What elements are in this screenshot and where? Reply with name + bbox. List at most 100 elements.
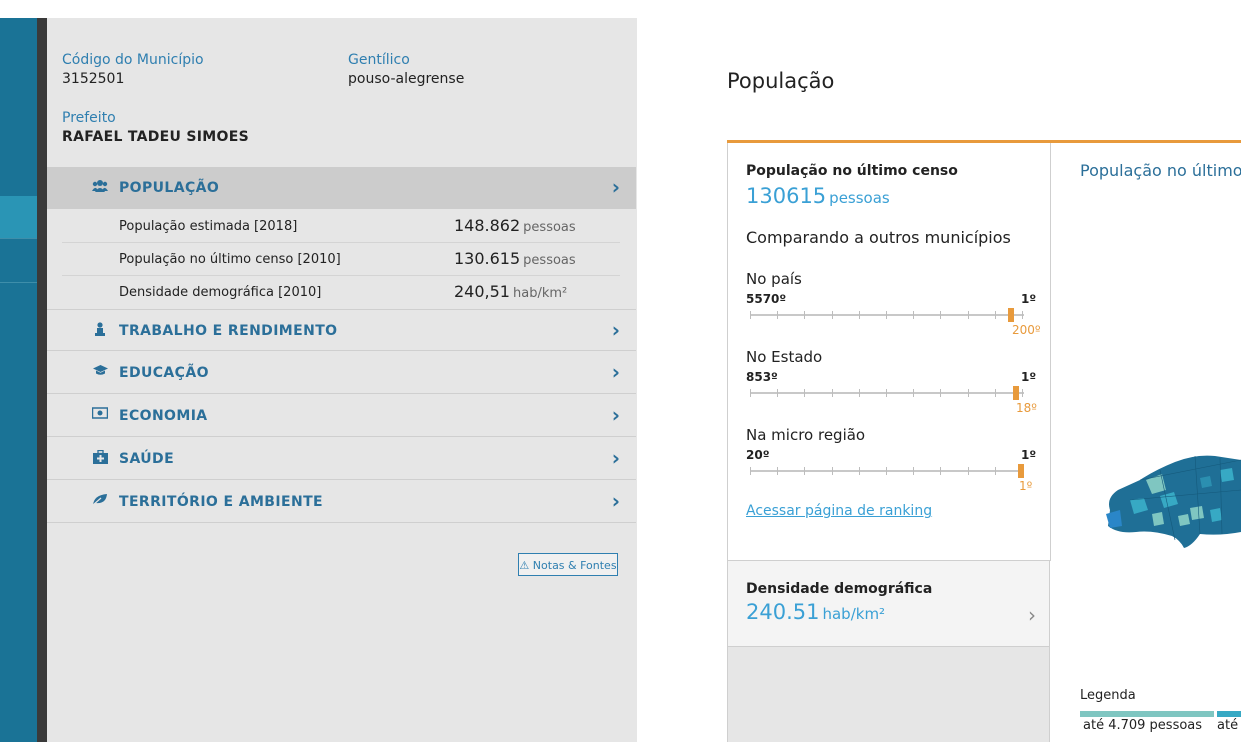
ranking-tick (750, 389, 751, 397)
gentilico-value: pouso-alegrense (348, 71, 465, 87)
ranking-tick (886, 389, 887, 397)
ranking-tick (940, 311, 942, 319)
codigo-label: Código do Município (62, 52, 204, 68)
row-number: 148.862 (454, 216, 521, 235)
ranking-label: No Estado (746, 348, 823, 366)
card-value: 130615 pessoas (746, 184, 890, 208)
notas-fontes-button[interactable]: ⚠ Notas & Fontes (518, 553, 618, 576)
chevron-right-icon: › (611, 175, 620, 199)
ranking-min: 5570º (746, 292, 787, 306)
ranking-page-link[interactable]: Acessar página de ranking (746, 503, 932, 519)
users-icon (92, 179, 108, 195)
graduation-cap-icon (92, 364, 108, 380)
codigo-value: 3152501 (62, 71, 125, 87)
ranking-tick (967, 389, 969, 397)
ranking-max: 1º (1021, 292, 1037, 306)
ranking-position: 18º (1016, 401, 1037, 415)
ranking-tick (913, 311, 915, 319)
card-footer (727, 647, 1050, 742)
legend-item: até 4.709 pessoas (1083, 718, 1203, 733)
table-row: Densidade demográfica [2010] 240,51 hab/k… (62, 276, 620, 309)
ranking-tick (967, 311, 969, 319)
map-title: População no último (1080, 161, 1241, 180)
section-title: SAÚDE (119, 451, 175, 467)
ranking-min: 853º (746, 370, 778, 384)
ranking-tick (913, 467, 915, 475)
section-educacao[interactable]: EDUCAÇÃO › (47, 352, 636, 394)
ranking-label: Na micro região (746, 426, 866, 444)
ranking-tick (777, 389, 779, 397)
ranking-tick (940, 467, 942, 475)
ranking-tick (858, 467, 860, 475)
ranking-tick (831, 467, 833, 475)
chevron-right-icon: › (611, 360, 620, 384)
section-title: ECONOMIA (119, 408, 208, 424)
ranking-label: No país (746, 270, 802, 288)
legend-swatch (1217, 711, 1241, 717)
ranking-tick (886, 311, 887, 319)
ranking-tick (913, 389, 915, 397)
legend-item: até 8 (1217, 718, 1241, 733)
row-label: Densidade demográfica [2010] (119, 285, 322, 300)
row-value: 240,51 hab/km² (454, 282, 567, 301)
ranking-position: 1º (1019, 479, 1033, 493)
ranking-min: 20º (746, 448, 770, 462)
legend-swatch (1080, 711, 1214, 717)
money-icon (91, 407, 109, 423)
section-populacao[interactable]: POPULAÇÃO › (47, 167, 636, 209)
rail-edge (37, 18, 47, 742)
ranking-tick (1022, 311, 1023, 319)
leaf-icon (92, 493, 108, 509)
warning-icon: ⚠ (519, 559, 530, 572)
ranking-tick (750, 311, 751, 319)
ranking-max: 1º (1021, 448, 1037, 462)
section-trabalho[interactable]: TRABALHO E RENDIMENTO › (47, 309, 636, 351)
card-number: 130615 (746, 184, 827, 208)
chevron-right-icon: › (611, 403, 620, 427)
ranking-marker (1012, 386, 1019, 400)
chevron-right-icon: › (611, 318, 620, 342)
state-map[interactable] (1100, 450, 1241, 552)
ranking-tick (777, 311, 779, 319)
section-territorio[interactable]: TERRITÓRIO E AMBIENTE › (47, 481, 636, 523)
ranking-tick (967, 467, 969, 475)
row-value: 130.615 pessoas (454, 249, 576, 268)
row-unit: pessoas (523, 253, 576, 268)
ranking-tick (804, 311, 806, 319)
ranking-tick (750, 467, 751, 475)
ranking-tick (831, 389, 833, 397)
prefeito-label: Prefeito (62, 110, 116, 126)
table-row: População estimada [2018] 148.862 pessoas (62, 210, 620, 243)
ranking-track (750, 308, 1024, 322)
card-unit: pessoas (829, 189, 890, 207)
section-saude[interactable]: SAÚDE › (47, 438, 636, 480)
page-title: População (727, 69, 835, 93)
ranking-max: 1º (1021, 370, 1037, 384)
section-title: POPULAÇÃO (119, 180, 220, 196)
section-title: EDUCAÇÃO (119, 365, 209, 381)
left-rail-active-item[interactable] (0, 196, 37, 238)
row-label: População no último censo [2010] (119, 252, 341, 267)
chevron-right-icon: › (611, 489, 620, 513)
section-title: TRABALHO E RENDIMENTO (119, 323, 338, 339)
ranking-tick (994, 467, 996, 475)
ranking-marker (1008, 308, 1015, 322)
notas-label: Notas & Fontes (532, 559, 617, 572)
ranking-tick (804, 467, 806, 475)
ranking-tick (777, 467, 779, 475)
ranking-position: 200º (1012, 323, 1041, 337)
table-row: População no último censo [2010] 130.615… (62, 243, 620, 276)
row-number: 240,51 (454, 282, 510, 301)
rail-divider (0, 238, 37, 239)
ranking-marker (1018, 464, 1024, 478)
medkit-icon (92, 449, 108, 466)
row-unit: hab/km² (512, 286, 568, 301)
densidade-title: Densidade demográfica (746, 581, 933, 597)
row-number: 130.615 (454, 249, 521, 268)
ranking-tick (831, 311, 833, 319)
ranking-tick (994, 389, 996, 397)
rail-divider (0, 282, 37, 283)
ranking-tick (940, 389, 942, 397)
section-economia[interactable]: ECONOMIA › (47, 395, 636, 437)
card-title: População no último censo (746, 163, 958, 179)
